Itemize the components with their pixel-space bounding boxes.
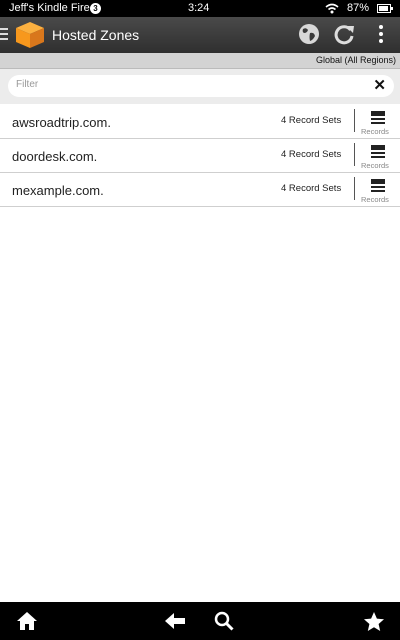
refresh-icon[interactable] (333, 23, 355, 45)
globe-icon[interactable] (298, 23, 320, 45)
region-bar: Global (All Regions) (0, 53, 400, 69)
page-title: Hosted Zones (52, 27, 140, 43)
app-bar: Hosted Zones (0, 17, 400, 70)
wifi-icon (325, 3, 339, 14)
status-time: 3:24 (188, 2, 210, 14)
divider (354, 177, 355, 200)
records-button[interactable]: Records (358, 108, 398, 136)
filter-box: ✕ (8, 75, 394, 97)
records-icon (371, 145, 385, 160)
record-set-count: 4 Record Sets (281, 149, 342, 160)
record-set-count: 4 Record Sets (281, 115, 342, 126)
overflow-menu-icon[interactable] (376, 25, 386, 46)
records-label: Records (361, 161, 389, 170)
favorites-icon[interactable] (363, 611, 385, 632)
records-button[interactable]: Records (358, 142, 398, 170)
back-icon[interactable] (164, 611, 186, 631)
records-label: Records (361, 127, 389, 136)
search-icon[interactable] (214, 611, 234, 631)
status-bar: Jeff's Kindle Fire 3 3:24 87% (0, 0, 400, 17)
zone-name[interactable]: awsroadtrip.com. (12, 115, 111, 130)
records-label: Records (361, 195, 389, 204)
hosted-zone-list: awsroadtrip.com. 4 Record Sets Records d… (0, 105, 400, 207)
zone-name[interactable]: mexample.com. (12, 183, 104, 198)
divider (354, 109, 355, 132)
clear-filter-button[interactable]: ✕ (373, 78, 386, 94)
bottom-nav-bar (0, 602, 400, 640)
filter-area: ✕ (0, 69, 400, 104)
records-icon (371, 111, 385, 126)
divider (354, 143, 355, 166)
home-icon[interactable] (16, 611, 38, 631)
zone-name[interactable]: doordesk.com. (12, 149, 97, 164)
table-row[interactable]: doordesk.com. 4 Record Sets Records (0, 139, 400, 173)
record-set-count: 4 Record Sets (281, 183, 342, 194)
battery-icon (377, 4, 393, 13)
records-button[interactable]: Records (358, 176, 398, 204)
records-icon (371, 179, 385, 194)
device-name: Jeff's Kindle Fire (9, 2, 90, 14)
table-row[interactable]: mexample.com. 4 Record Sets Records (0, 173, 400, 207)
battery-level-fill (379, 6, 388, 11)
notification-badge[interactable]: 3 (90, 3, 101, 14)
aws-cube-logo[interactable] (15, 21, 45, 49)
menu-icon[interactable] (0, 28, 8, 43)
filter-input[interactable] (16, 79, 356, 90)
table-row[interactable]: awsroadtrip.com. 4 Record Sets Records (0, 105, 400, 139)
battery-percent: 87% (347, 2, 370, 14)
region-label[interactable]: Global (All Regions) (316, 55, 396, 65)
